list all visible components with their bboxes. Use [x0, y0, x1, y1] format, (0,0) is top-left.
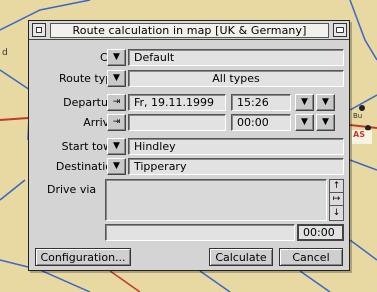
- start-town-field[interactable]: Hindley: [128, 138, 344, 155]
- departure-time-menu-button[interactable]: ▼: [295, 94, 314, 111]
- drive-via-duration-field[interactable]: 00:00: [297, 224, 344, 241]
- drive-via-entry-field[interactable]: [105, 224, 295, 241]
- toggle-size-icon: [336, 27, 344, 33]
- scroll-right-button[interactable]: ↦: [330, 193, 343, 206]
- car-row: Car ▼ Default: [29, 49, 349, 66]
- cancel-button[interactable]: Cancel: [279, 248, 343, 266]
- window-title: Route calculation in map [UK & Germany]: [50, 22, 329, 38]
- departure-time-field[interactable]: 15:26: [231, 94, 291, 111]
- scroll-up-button[interactable]: ↑: [330, 180, 343, 193]
- drive-via-label: Drive via: [47, 183, 97, 196]
- drive-via-list[interactable]: [105, 179, 327, 221]
- set-arrow-icon: ⇥: [112, 97, 121, 107]
- close-button[interactable]: [32, 23, 46, 37]
- arrival-date-field[interactable]: [128, 114, 226, 131]
- car-menu-button[interactable]: ▼: [107, 49, 126, 66]
- departure-set-button[interactable]: ⇥: [107, 94, 126, 111]
- arrow-down-icon: ↓: [332, 207, 341, 218]
- arrow-down-icon: ▼: [113, 73, 120, 83]
- destination-row: Destination ▼ Tipperary: [29, 158, 349, 175]
- toggle-size-button[interactable]: [333, 23, 347, 37]
- arrival-time-menu-button[interactable]: ▼: [295, 114, 314, 131]
- arrow-down-icon: ▼: [301, 117, 308, 127]
- departure-date-field[interactable]: Fr, 19.11.1999: [128, 94, 226, 111]
- set-arrow-icon: ⇥: [112, 117, 121, 127]
- arrival-time-field[interactable]: 00:00: [231, 114, 291, 131]
- map-label: Bu: [353, 112, 363, 120]
- drive-via-scrollbar[interactable]: ↑ ↦ ↓: [329, 179, 344, 221]
- arrow-down-icon: ▼: [322, 97, 329, 107]
- arrival-time-menu-button-2[interactable]: ▼: [316, 114, 335, 131]
- route-calculation-window: Route calculation in map [UK & Germany] …: [28, 20, 350, 271]
- arrival-set-button[interactable]: ⇥: [107, 114, 126, 131]
- route-type-row: Route type ▼ All types: [29, 70, 349, 87]
- start-town-row: Start town ▼ Hindley: [29, 138, 349, 155]
- calculate-button[interactable]: Calculate: [209, 248, 273, 266]
- departure-row: Departure ⇥ Fr, 19.11.1999 15:26 ▼ ▼: [29, 94, 349, 111]
- arrival-row: Arrival ⇥ 00:00 ▼ ▼: [29, 114, 349, 131]
- map-label: AS: [353, 130, 365, 139]
- title-bar[interactable]: Route calculation in map [UK & Germany]: [29, 21, 349, 40]
- route-type-menu-button[interactable]: ▼: [107, 70, 126, 87]
- configuration-button[interactable]: Configuration...: [35, 248, 131, 266]
- destination-field[interactable]: Tipperary: [128, 158, 344, 175]
- close-icon: [36, 27, 42, 33]
- departure-time-menu-button-2[interactable]: ▼: [316, 94, 335, 111]
- arrow-down-icon: ▼: [113, 52, 120, 62]
- destination-menu-button[interactable]: ▼: [107, 158, 126, 175]
- start-town-menu-button[interactable]: ▼: [107, 138, 126, 155]
- arrow-right-icon: ↦: [332, 194, 341, 204]
- scroll-down-button[interactable]: ↓: [330, 206, 343, 219]
- arrow-down-icon: ▼: [301, 97, 308, 107]
- map-label: d: [2, 48, 8, 58]
- arrow-down-icon: ▼: [113, 161, 120, 171]
- car-field[interactable]: Default: [128, 49, 344, 66]
- arrow-down-icon: ▼: [113, 141, 120, 151]
- arrow-down-icon: ▼: [322, 117, 329, 127]
- route-type-field[interactable]: All types: [128, 70, 344, 87]
- arrow-up-icon: ↑: [332, 181, 341, 191]
